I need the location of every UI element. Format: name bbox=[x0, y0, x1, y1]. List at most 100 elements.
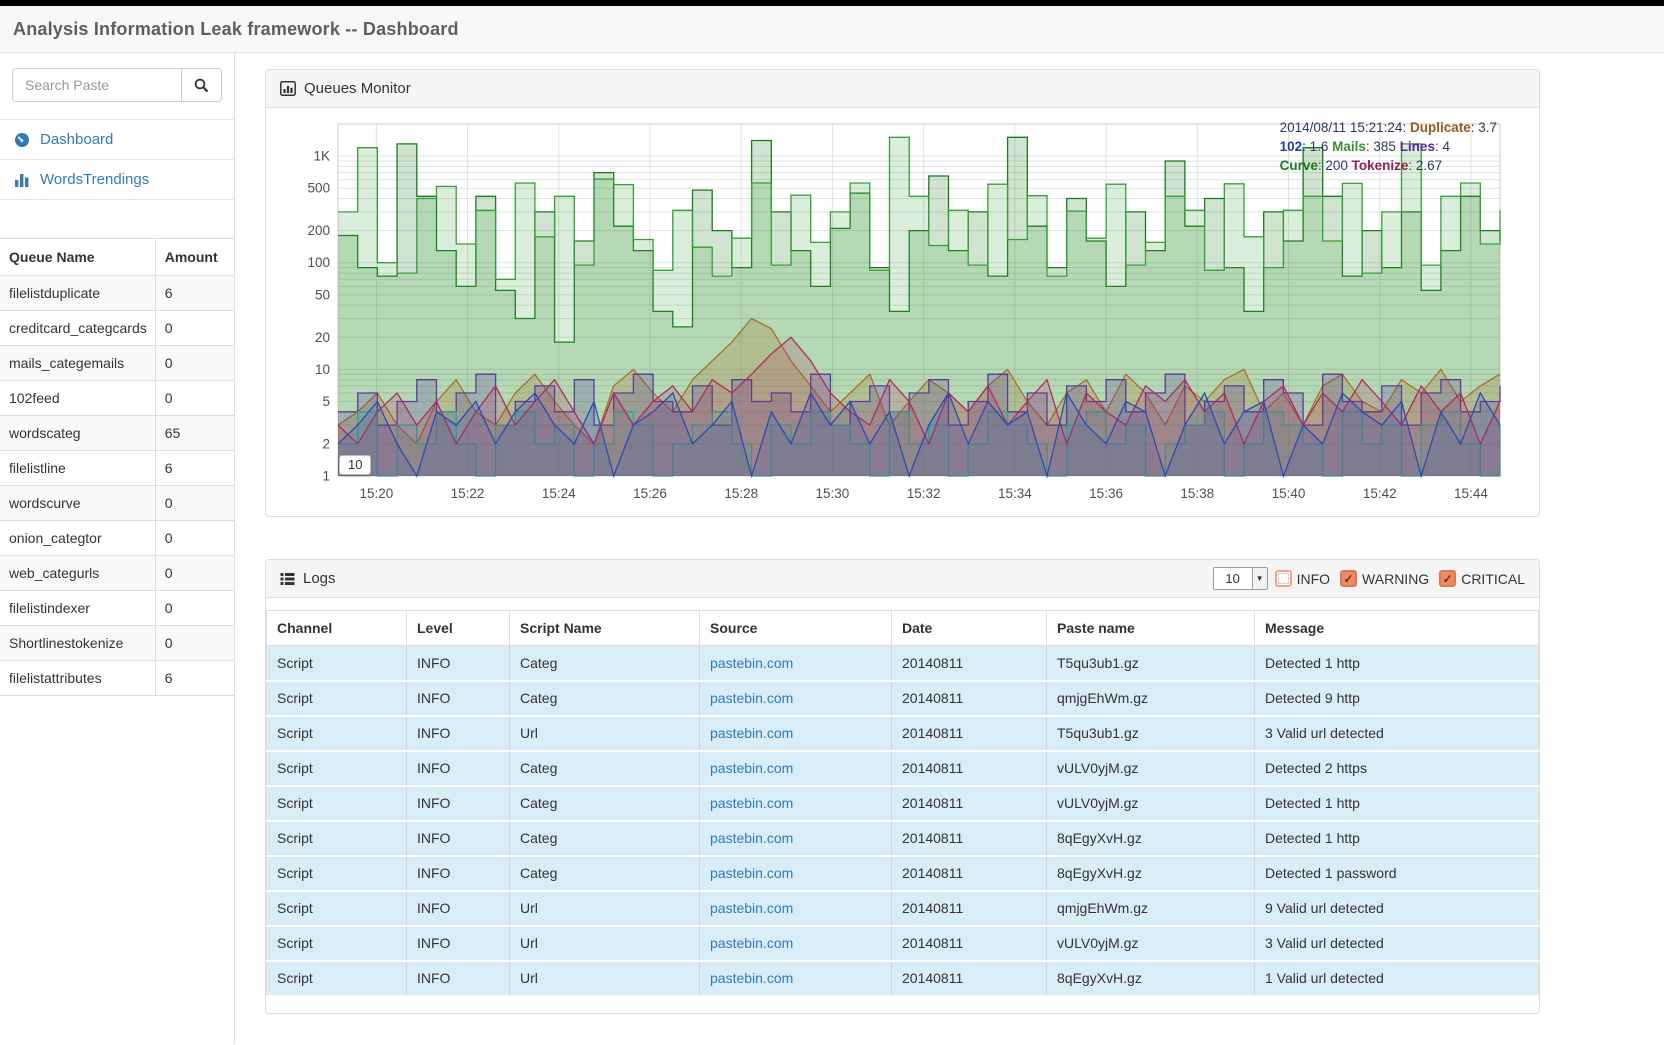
queue-name-cell: 102feed bbox=[0, 381, 155, 416]
log-row: ScriptINFOUrlpastebin.com201408118qEgyXv… bbox=[267, 961, 1539, 996]
log-cell-channel: Script bbox=[267, 961, 407, 996]
svg-text:5: 5 bbox=[322, 394, 330, 409]
page-title: Analysis Information Leak framework -- D… bbox=[13, 19, 459, 40]
svg-text:500: 500 bbox=[307, 181, 330, 196]
logs-column-header: Paste name bbox=[1047, 611, 1255, 646]
search-button[interactable] bbox=[181, 68, 222, 102]
log-cell-date: 20140811 bbox=[892, 786, 1047, 821]
queue-row: filelistline6 bbox=[0, 451, 234, 486]
axis-range-flag[interactable]: 10 bbox=[339, 455, 371, 475]
log-cell-script: Categ bbox=[510, 646, 700, 681]
sidebar-item-label: WordsTrendings bbox=[40, 171, 149, 188]
chart-tooltip: 2014/08/11 15:21:24: Duplicate: 3.7 102 : … bbox=[1280, 118, 1497, 175]
source-link[interactable]: pastebin.com bbox=[710, 900, 793, 916]
tooltip-line: Curve: 200 Tokenize: 2.67 bbox=[1280, 156, 1497, 175]
log-cell-paste: 8qEgyXvH.gz bbox=[1047, 856, 1255, 891]
queue-row: onion_categtor0 bbox=[0, 521, 234, 556]
tooltip-segment: Tokenize bbox=[1352, 158, 1409, 173]
logs-controls: 10 ▼ INFO✓WARNING✓CRITICAL bbox=[1213, 567, 1525, 590]
log-row: ScriptINFOCategpastebin.com20140811vULV0… bbox=[267, 751, 1539, 786]
svg-text:15:44: 15:44 bbox=[1454, 486, 1488, 501]
tooltip-segment: : 3.7 bbox=[1471, 120, 1497, 135]
page-size-select[interactable]: 10 ▼ bbox=[1213, 567, 1268, 590]
svg-text:1K: 1K bbox=[313, 149, 330, 164]
svg-text:15:36: 15:36 bbox=[1089, 486, 1123, 501]
queue-row: filelistattributes6 bbox=[0, 661, 234, 696]
log-cell-script: Categ bbox=[510, 856, 700, 891]
log-level-filters: INFO✓WARNING✓CRITICAL bbox=[1275, 570, 1525, 587]
queue-amount-cell: 0 bbox=[155, 381, 234, 416]
log-cell-date: 20140811 bbox=[892, 751, 1047, 786]
log-cell-script: Url bbox=[510, 716, 700, 751]
filter-label: CRITICAL bbox=[1461, 571, 1525, 587]
checkbox-checked-icon[interactable]: ✓ bbox=[1340, 570, 1357, 587]
source-link[interactable]: pastebin.com bbox=[710, 935, 793, 951]
sidebar-item-wordstrendings[interactable]: WordsTrendings bbox=[0, 159, 234, 200]
source-link[interactable]: pastebin.com bbox=[710, 830, 793, 846]
log-cell-channel: Script bbox=[267, 786, 407, 821]
log-cell-paste: T5qu3ub1.gz bbox=[1047, 716, 1255, 751]
source-link[interactable]: pastebin.com bbox=[710, 865, 793, 881]
queue-amount-cell: 0 bbox=[155, 591, 234, 626]
svg-text:100: 100 bbox=[307, 255, 330, 270]
log-cell-message: Detected 2 https bbox=[1255, 751, 1539, 786]
source-link[interactable]: pastebin.com bbox=[710, 795, 793, 811]
source-link[interactable]: pastebin.com bbox=[710, 655, 793, 671]
log-cell-paste: T5qu3ub1.gz bbox=[1047, 646, 1255, 681]
logs-column-header: Channel bbox=[267, 611, 407, 646]
queues-panel-heading: Queues Monitor bbox=[266, 70, 1539, 108]
source-link[interactable]: pastebin.com bbox=[710, 970, 793, 986]
tooltip-segment: Lines bbox=[1400, 139, 1435, 154]
queue-table: Queue NameAmountfilelistduplicate6credit… bbox=[0, 238, 234, 696]
log-cell-script: Categ bbox=[510, 821, 700, 856]
log-row: ScriptINFOCategpastebin.com20140811vULV0… bbox=[267, 786, 1539, 821]
log-cell-level: INFO bbox=[407, 926, 510, 961]
log-cell-level: INFO bbox=[407, 646, 510, 681]
log-row: ScriptINFOCategpastebin.com201408118qEgy… bbox=[267, 821, 1539, 856]
log-cell-date: 20140811 bbox=[892, 891, 1047, 926]
main-content: Queues Monitor 15:2015:2215:2415:2615:28… bbox=[235, 53, 1664, 1044]
logs-column-header: Script Name bbox=[510, 611, 700, 646]
queue-row: Shortlinestokenize0 bbox=[0, 626, 234, 661]
log-cell-paste: vULV0yjM.gz bbox=[1047, 751, 1255, 786]
search-input[interactable] bbox=[12, 68, 181, 102]
filter-critical[interactable]: ✓ CRITICAL bbox=[1439, 570, 1525, 587]
log-cell-level: INFO bbox=[407, 856, 510, 891]
tooltip-segment: : 200 bbox=[1318, 158, 1352, 173]
log-cell-channel: Script bbox=[267, 716, 407, 751]
log-cell-source: pastebin.com bbox=[700, 646, 892, 681]
queues-panel: Queues Monitor 15:2015:2215:2415:2615:28… bbox=[265, 69, 1540, 517]
queues-panel-title: Queues Monitor bbox=[304, 80, 411, 97]
page-header: Analysis Information Leak framework -- D… bbox=[0, 6, 1664, 53]
queue-amount-cell: 6 bbox=[155, 451, 234, 486]
source-link[interactable]: pastebin.com bbox=[710, 725, 793, 741]
queue-amount-cell: 0 bbox=[155, 346, 234, 381]
svg-text:15:34: 15:34 bbox=[998, 486, 1032, 501]
checkbox-checked-icon[interactable]: ✓ bbox=[1439, 570, 1456, 587]
queue-name-cell: filelistattributes bbox=[0, 661, 155, 696]
tooltip-segment: 102 bbox=[1280, 139, 1303, 154]
log-cell-date: 20140811 bbox=[892, 646, 1047, 681]
log-cell-date: 20140811 bbox=[892, 856, 1047, 891]
log-cell-source: pastebin.com bbox=[700, 751, 892, 786]
svg-text:15:26: 15:26 bbox=[633, 486, 667, 501]
dashboard-gauge-icon bbox=[14, 132, 30, 148]
source-link[interactable]: pastebin.com bbox=[710, 690, 793, 706]
queue-name-cell: filelistline bbox=[0, 451, 155, 486]
checkbox-unchecked-icon[interactable] bbox=[1275, 570, 1292, 587]
tooltip-line: 2014/08/11 15:21:24: Duplicate: 3.7 bbox=[1280, 118, 1497, 137]
log-cell-source: pastebin.com bbox=[700, 961, 892, 996]
log-cell-message: Detected 9 http bbox=[1255, 681, 1539, 716]
log-cell-script: Categ bbox=[510, 751, 700, 786]
log-cell-source: pastebin.com bbox=[700, 926, 892, 961]
logs-column-header: Message bbox=[1255, 611, 1539, 646]
filter-info[interactable]: INFO bbox=[1275, 570, 1330, 587]
log-cell-channel: Script bbox=[267, 751, 407, 786]
source-link[interactable]: pastebin.com bbox=[710, 760, 793, 776]
sidebar-item-dashboard[interactable]: Dashboard bbox=[0, 119, 234, 159]
queue-name-cell: wordscateg bbox=[0, 416, 155, 451]
log-cell-paste: qmjgEhWm.gz bbox=[1047, 681, 1255, 716]
logs-header-row: ChannelLevelScript NameSourceDatePaste n… bbox=[267, 611, 1539, 646]
queue-column-header: Queue Name bbox=[0, 239, 155, 276]
filter-warning[interactable]: ✓WARNING bbox=[1340, 570, 1429, 587]
